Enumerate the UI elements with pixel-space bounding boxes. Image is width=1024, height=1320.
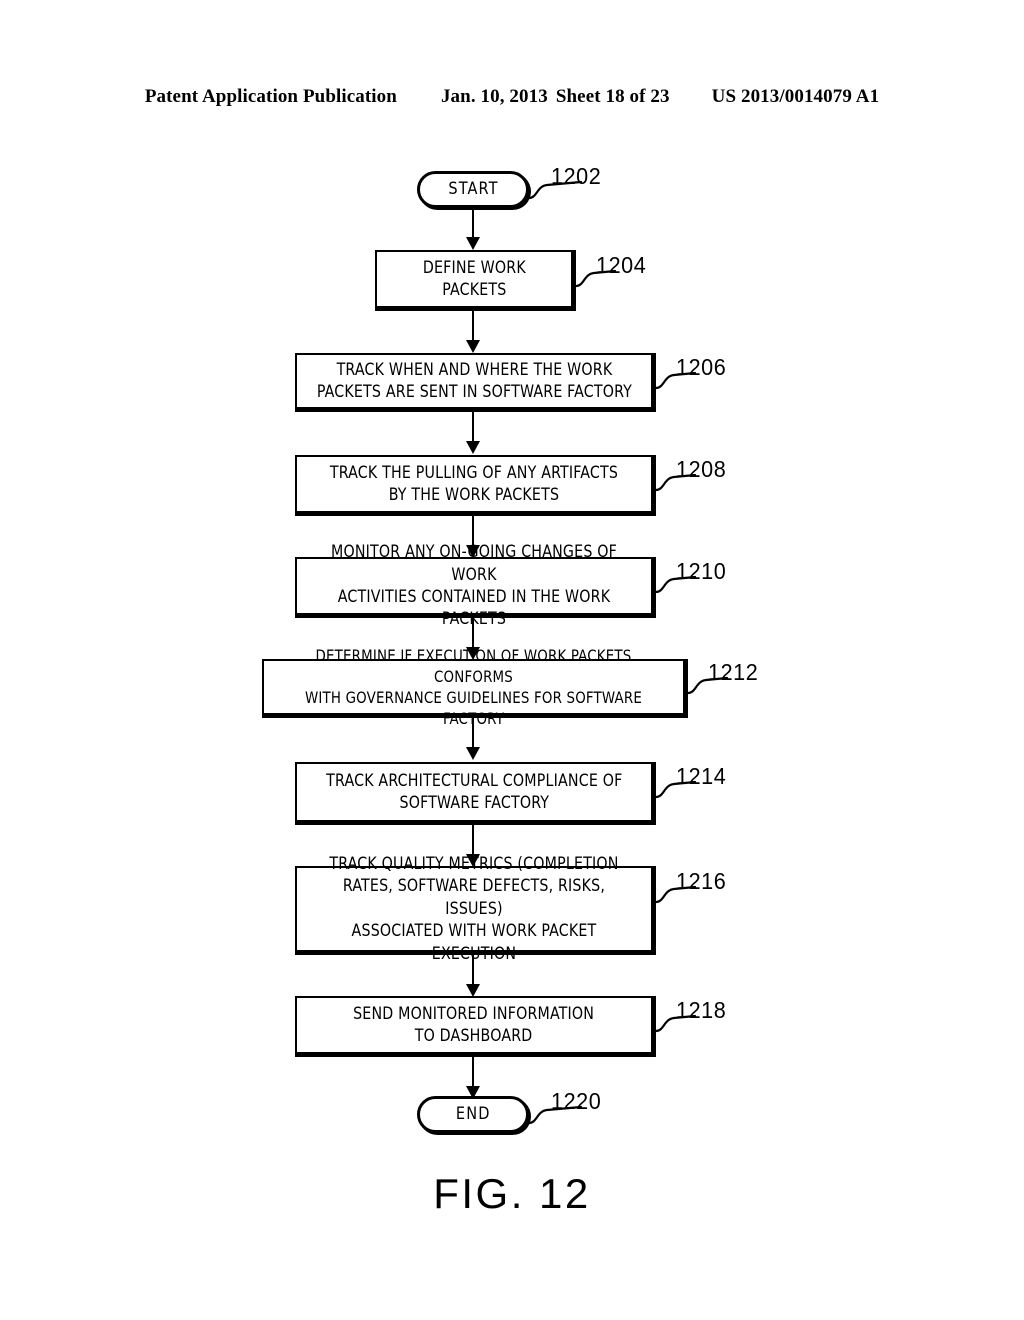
reference-numeral-1212: 1212 bbox=[708, 659, 759, 685]
connector-1206-to-1208 bbox=[472, 412, 474, 444]
connector-1212-to-1214 bbox=[472, 718, 474, 750]
connector-1204-to-1206 bbox=[472, 311, 474, 343]
flow-node-track-quality-metrics: TRACK QUALITY METRICS (COMPLETION RATES,… bbox=[295, 854, 653, 964]
flow-node-start: START bbox=[417, 171, 529, 208]
flow-node-track-when-where-sent: TRACK WHEN AND WHERE THE WORK PACKETS AR… bbox=[295, 353, 653, 409]
reference-numeral-1206: 1206 bbox=[676, 354, 727, 380]
connector-start-to-1204 bbox=[472, 208, 474, 240]
flow-node-track-quality-metrics-label: TRACK QUALITY METRICS (COMPLETION RATES,… bbox=[329, 853, 619, 964]
flow-node-track-architectural-compliance-label: TRACK ARCHITECTURAL COMPLIANCE OF SOFTWA… bbox=[325, 770, 623, 813]
reference-numeral-1204: 1204 bbox=[596, 252, 647, 278]
flow-node-track-pulling-artifacts: TRACK THE PULLING OF ANY ARTIFACTS BY TH… bbox=[295, 455, 653, 513]
flow-node-define-work-packets-label: DEFINE WORK PACKETS bbox=[422, 257, 526, 300]
flow-node-send-monitored-information-label: SEND MONITORED INFORMATION TO DASHBOARD bbox=[353, 1003, 595, 1046]
arrowhead-to-1204 bbox=[466, 237, 480, 250]
flow-node-monitor-ongoing-changes: MONITOR ANY ON-GOING CHANGES OF WORK ACT… bbox=[295, 542, 653, 629]
reference-numeral-1202: 1202 bbox=[551, 163, 602, 189]
reference-numeral-1218: 1218 bbox=[676, 997, 727, 1023]
reference-numeral-1210: 1210 bbox=[676, 558, 727, 584]
flow-node-end-label: END bbox=[455, 1104, 491, 1125]
arrowhead-to-1206 bbox=[466, 340, 480, 353]
arrowhead-to-1214 bbox=[466, 747, 480, 760]
flow-node-track-when-where-sent-label: TRACK WHEN AND WHERE THE WORK PACKETS AR… bbox=[316, 359, 632, 402]
flowchart-diagram: START 1202 DEFINE WORK PACKETS 1204 TRAC… bbox=[0, 0, 1024, 1320]
connector-1218-to-end bbox=[472, 1057, 474, 1089]
flow-node-end: END bbox=[417, 1096, 529, 1133]
reference-numeral-1220: 1220 bbox=[551, 1088, 602, 1114]
flow-node-track-pulling-artifacts-label: TRACK THE PULLING OF ANY ARTIFACTS BY TH… bbox=[329, 462, 619, 505]
flow-node-track-architectural-compliance: TRACK ARCHITECTURAL COMPLIANCE OF SOFTWA… bbox=[295, 762, 653, 822]
flow-node-determine-governance-conformance: DETERMINE IF EXECUTION OF WORK PACKETS C… bbox=[262, 646, 685, 728]
reference-numeral-1208: 1208 bbox=[676, 456, 727, 482]
connector-1216-to-1218 bbox=[472, 955, 474, 987]
arrowhead-to-1208 bbox=[466, 441, 480, 454]
flow-node-start-label: START bbox=[447, 179, 499, 200]
flow-node-determine-governance-conformance-label: DETERMINE IF EXECUTION OF WORK PACKETS C… bbox=[304, 645, 643, 728]
reference-numeral-1214: 1214 bbox=[676, 763, 727, 789]
reference-numeral-1216: 1216 bbox=[676, 868, 727, 894]
flow-node-send-monitored-information: SEND MONITORED INFORMATION TO DASHBOARD bbox=[295, 996, 653, 1054]
flow-node-monitor-ongoing-changes-label: MONITOR ANY ON-GOING CHANGES OF WORK ACT… bbox=[331, 542, 617, 630]
flow-node-define-work-packets: DEFINE WORK PACKETS bbox=[375, 250, 573, 308]
figure-caption: FIG. 12 bbox=[433, 1170, 591, 1217]
